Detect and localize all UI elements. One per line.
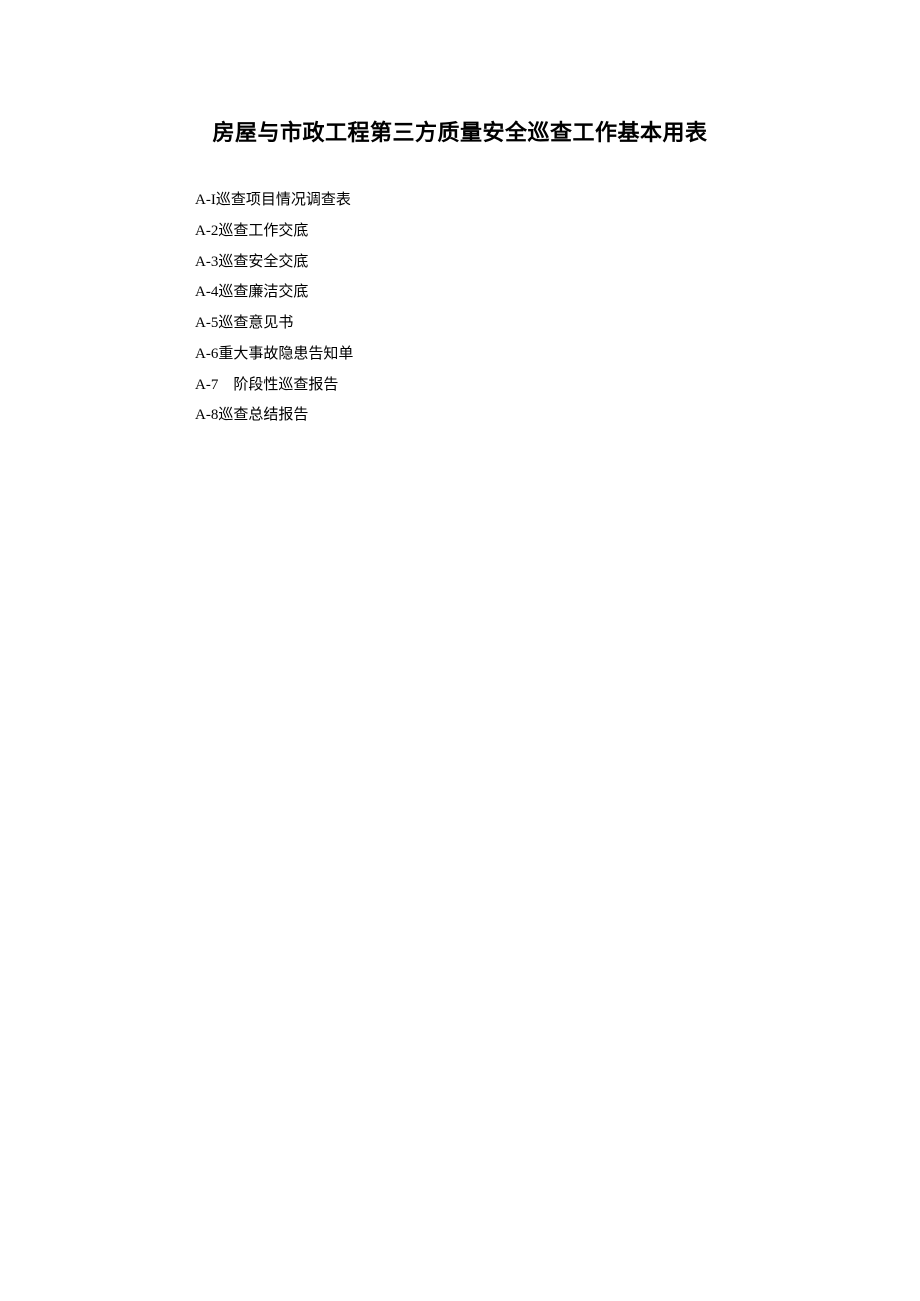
list-item: A-4 巡查廉洁交底 [195, 277, 725, 308]
item-sep [218, 370, 233, 401]
item-label: 巡查工作交底 [218, 223, 308, 239]
document-title: 房屋与市政工程第三方质量安全巡查工作基本用表 [195, 115, 725, 147]
list-item: A-I 巡查项目情况调查表 [195, 185, 725, 216]
item-label: 巡查总结报告 [218, 407, 308, 423]
list-item: A-7 阶段性巡查报告 [195, 370, 725, 401]
item-label: 阶段性巡查报告 [233, 377, 338, 393]
form-index-list: A-I 巡查项目情况调查表 A-2 巡查工作交底 A-3 巡查安全交底 A-4 … [195, 185, 725, 431]
item-code: A-2 [195, 216, 218, 247]
list-item: A-6 重大事故隐患告知单 [195, 339, 725, 370]
item-code: A-5 [195, 308, 218, 339]
list-item: A-8 巡查总结报告 [195, 400, 725, 431]
item-label: 巡查项目情况调查表 [216, 192, 351, 208]
list-item: A-3 巡查安全交底 [195, 247, 725, 278]
document-page: 房屋与市政工程第三方质量安全巡查工作基本用表 A-I 巡查项目情况调查表 A-2… [0, 0, 920, 431]
item-label: 巡查意见书 [218, 315, 293, 331]
item-code: A-6 [195, 339, 218, 370]
item-code: A-4 [195, 277, 218, 308]
item-code: A-7 [195, 370, 218, 401]
item-label: 重大事故隐患告知单 [218, 346, 353, 362]
list-item: A-2 巡查工作交底 [195, 216, 725, 247]
item-label: 巡查廉洁交底 [218, 284, 308, 300]
item-label: 巡查安全交底 [218, 254, 308, 270]
item-code: A-3 [195, 247, 218, 278]
item-code: A-I [195, 185, 216, 216]
list-item: A-5 巡查意见书 [195, 308, 725, 339]
item-code: A-8 [195, 400, 218, 431]
